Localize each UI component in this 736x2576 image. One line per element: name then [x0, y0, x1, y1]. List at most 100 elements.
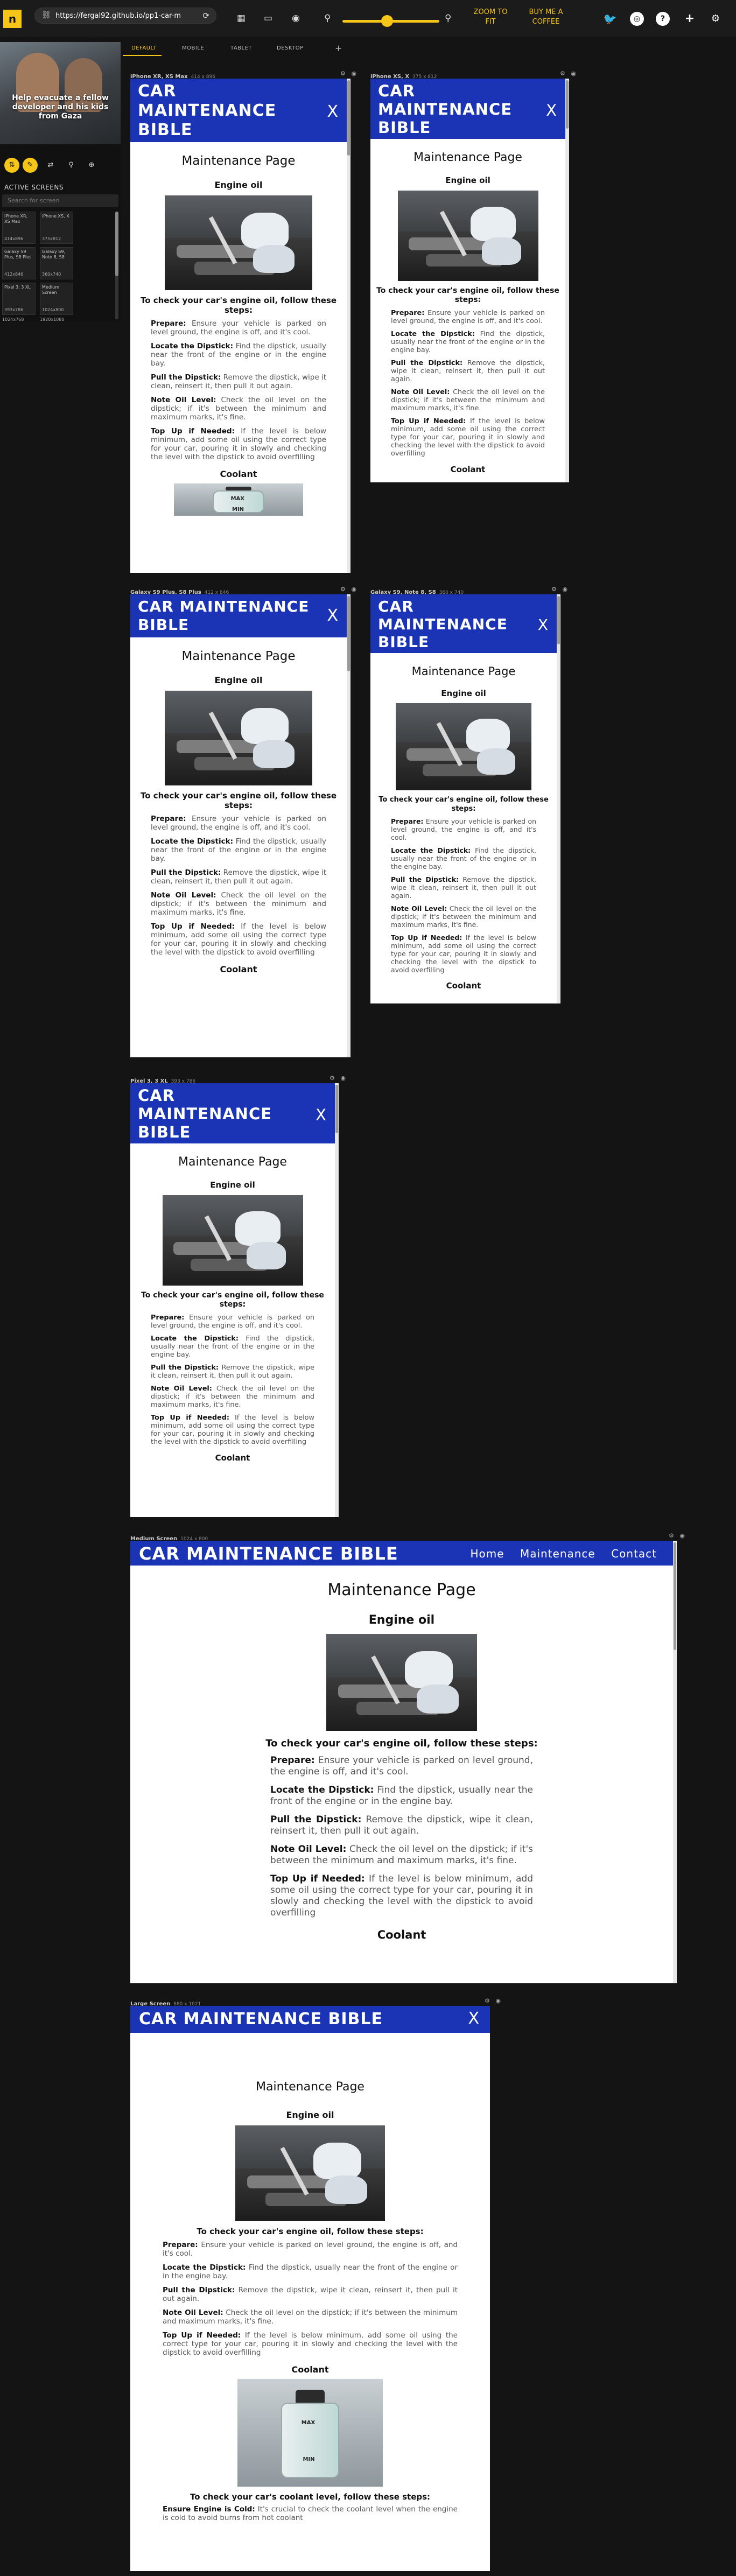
camera-icon[interactable]: ◉	[679, 1532, 685, 1539]
oil-step-label: Top Up if Needed:	[163, 2331, 241, 2340]
add-icon[interactable]: +	[683, 12, 697, 26]
site-brand[interactable]: CAR MAINTENANCE BIBLE	[378, 598, 549, 651]
close-menu-button[interactable]: X	[327, 606, 338, 625]
oil-step-label: Prepare:	[270, 1755, 315, 1766]
engine-oil-heading: Engine oil	[441, 689, 486, 698]
screens-icon[interactable]: ▦	[237, 13, 246, 24]
site-brand[interactable]: CAR MAINTENANCE BIBLE	[138, 1086, 327, 1141]
twitter-icon[interactable]: 🐦	[603, 12, 617, 26]
sidebar-scrollbar-thumb[interactable]	[115, 212, 118, 276]
github-icon[interactable]: ◎	[630, 12, 644, 26]
screen-tile[interactable]: iPhone XS, X 375x812	[40, 212, 73, 244]
gear-icon[interactable]: ⚙	[560, 70, 565, 77]
nav-maintenance-link[interactable]: Maintenance	[520, 1547, 595, 1560]
gear-icon[interactable]: ⚙	[340, 586, 346, 593]
device-screen[interactable]: CAR MAINTENANCE BIBLE X Maintenance Page…	[130, 594, 347, 1057]
close-menu-button[interactable]: X	[316, 1106, 326, 1124]
network-icon[interactable]: ⊕	[84, 158, 99, 173]
device-screen[interactable]: CAR MAINTENANCE BIBLE Home Maintenance C…	[130, 1541, 673, 1983]
close-menu-button[interactable]: X	[538, 616, 548, 634]
device-scrollbar[interactable]	[557, 594, 560, 1003]
device-screen[interactable]: CAR MAINTENANCE BIBLE X Maintenance Page…	[370, 594, 557, 1003]
nav-home-link[interactable]: Home	[470, 1547, 504, 1560]
layout-icon[interactable]: ⇄	[43, 158, 58, 173]
oil-step: Prepare: Ensure your vehicle is parked o…	[270, 1755, 533, 1778]
camera-icon[interactable]: ◉	[351, 586, 356, 593]
site-brand[interactable]: CAR MAINTENANCE BIBLE	[378, 82, 558, 137]
page-title: Maintenance Page	[178, 1155, 287, 1169]
sponsor-banner[interactable]: Help evacuate a fellow developer and his…	[0, 42, 121, 144]
zoom-out-icon[interactable]: ⚲	[324, 13, 331, 24]
close-menu-button[interactable]: X	[327, 102, 338, 121]
tab-default[interactable]: DEFAULT	[131, 45, 157, 51]
engine-oil-heading: Engine oil	[214, 675, 263, 685]
camera-icon[interactable]: ◉	[562, 586, 567, 593]
device-scrollbar-thumb[interactable]	[347, 80, 350, 156]
device-screen[interactable]: CAR MAINTENANCE BIBLE X Maintenance Page…	[130, 1083, 335, 1517]
gear-icon[interactable]: ⚙	[551, 586, 557, 593]
site-brand[interactable]: CAR MAINTENANCE BIBLE	[138, 82, 339, 140]
screen-tile[interactable]: iPhone XR, XS Max 414x896	[2, 212, 36, 244]
screen-tile-name: iPhone XS, X	[42, 214, 69, 219]
oil-step-label: Pull the Dipstick:	[151, 868, 221, 877]
screen-tile[interactable]: Galaxy S9, Note 8, S8 360x740	[40, 247, 73, 279]
brand-line: MAINTENANCE	[378, 615, 508, 633]
device-screen[interactable]: CAR MAINTENANCE BIBLE X Maintenance Page…	[130, 2006, 490, 2571]
camera-icon[interactable]: ◉	[571, 70, 576, 77]
inspect-icon[interactable]: ⚲	[64, 158, 79, 173]
screen-tile[interactable]: Medium Screen 1024x800	[40, 283, 73, 315]
device-screen[interactable]: CAR MAINTENANCE BIBLE X Maintenance Page…	[130, 79, 347, 573]
screen-tile[interactable]: Pixel 3, 3 XL 393x786	[2, 283, 36, 315]
tab-mobile[interactable]: MOBILE	[182, 45, 204, 51]
camera-icon[interactable]: ◉	[292, 13, 300, 24]
device-scrollbar[interactable]	[335, 1083, 339, 1517]
device-scrollbar[interactable]	[347, 79, 351, 573]
url-bar[interactable]: ⛓ https://fergal92.github.io/pp1-car-m ⟳	[34, 8, 216, 24]
url-text[interactable]: https://fergal92.github.io/pp1-car-m	[55, 12, 181, 20]
screen-search[interactable]	[2, 194, 118, 207]
ad-text[interactable]: Help evacuate a fellow developer and his…	[5, 94, 115, 121]
device-scrollbar[interactable]	[347, 594, 351, 1057]
gear-icon[interactable]: ⚙	[669, 1532, 674, 1539]
screen-search-input[interactable]	[2, 194, 118, 207]
tab-desktop[interactable]: DESKTOP	[277, 45, 304, 51]
device-scrollbar-thumb[interactable]	[566, 80, 569, 129]
brand-line: BIBLE	[138, 1123, 191, 1141]
nav-contact-link[interactable]: Contact	[611, 1547, 657, 1560]
settings-icon[interactable]: ⚙	[709, 12, 723, 26]
zoom-to-fit-button[interactable]: ZOOM TO FIT	[467, 8, 514, 27]
camera-icon[interactable]: ◉	[351, 70, 356, 77]
device-scrollbar[interactable]	[565, 79, 569, 482]
gear-icon[interactable]: ⚙	[485, 1997, 490, 2004]
device-scrollbar-thumb[interactable]	[557, 596, 560, 644]
gear-icon[interactable]: ⚙	[330, 1075, 335, 1082]
camera-icon[interactable]: ◉	[495, 1997, 501, 2004]
app-logo[interactable]: n	[3, 10, 22, 28]
screen-tile[interactable]: Galaxy S9 Plus, S8 Plus 412x846	[2, 247, 36, 279]
reload-icon[interactable]: ⟳	[202, 11, 209, 20]
device-scrollbar-thumb[interactable]	[674, 1542, 676, 1650]
tab-add[interactable]: +	[335, 43, 342, 53]
gear-icon[interactable]: ⚙	[340, 70, 346, 77]
device-frame-header: Galaxy S9, Note 8, S8 360 x 740 ⚙ ◉	[370, 586, 567, 595]
buy-coffee-link[interactable]: BUY ME A COFFEE	[520, 8, 572, 27]
sync-click-icon[interactable]: ✎	[23, 158, 38, 173]
zoom-slider-handle[interactable]	[381, 15, 393, 27]
sync-scroll-icon[interactable]: ⇅	[4, 158, 19, 173]
coolant-heading: Coolant	[220, 469, 257, 479]
tab-tablet[interactable]: TABLET	[230, 45, 252, 51]
device-screen[interactable]: CAR MAINTENANCE BIBLE X Maintenance Page…	[370, 79, 565, 482]
device-scrollbar-thumb[interactable]	[335, 1085, 338, 1133]
device-scrollbar[interactable]	[673, 1541, 677, 1983]
zoom-in-icon[interactable]: ⚲	[445, 13, 451, 24]
screen-list: iPhone XR, XS Max 414x896 iPhone XS, X 375…	[2, 212, 118, 322]
close-menu-button[interactable]: X	[546, 101, 557, 120]
close-menu-button[interactable]: X	[468, 2009, 479, 2028]
sidebar-scrollbar[interactable]	[115, 212, 118, 319]
camera-icon[interactable]: ◉	[340, 1075, 346, 1082]
site-brand[interactable]: CAR MAINTENANCE BIBLE	[139, 2010, 481, 2028]
device-scrollbar-thumb[interactable]	[347, 596, 350, 671]
rotate-icon[interactable]: ▭	[264, 13, 272, 24]
site-brand[interactable]: CAR MAINTENANCE BIBLE	[138, 598, 339, 634]
help-icon[interactable]: ?	[656, 12, 670, 26]
